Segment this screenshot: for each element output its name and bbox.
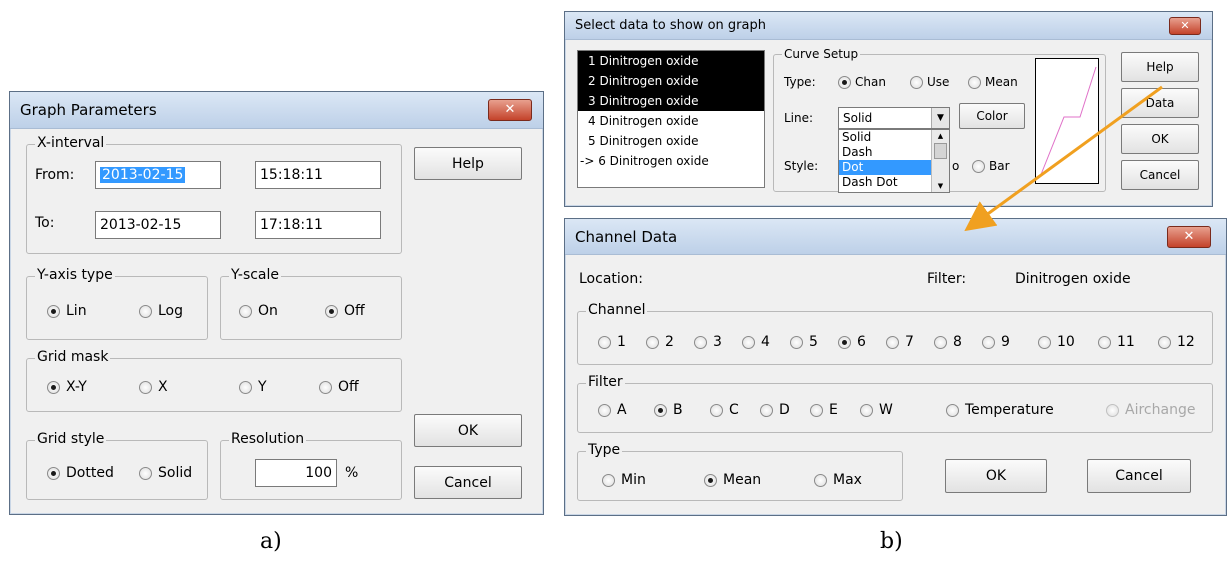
caption-b: b) bbox=[880, 529, 903, 554]
arrow-icon bbox=[964, 85, 1163, 232]
arrow-connector bbox=[964, 85, 1163, 232]
caption-a: a) bbox=[260, 529, 282, 554]
